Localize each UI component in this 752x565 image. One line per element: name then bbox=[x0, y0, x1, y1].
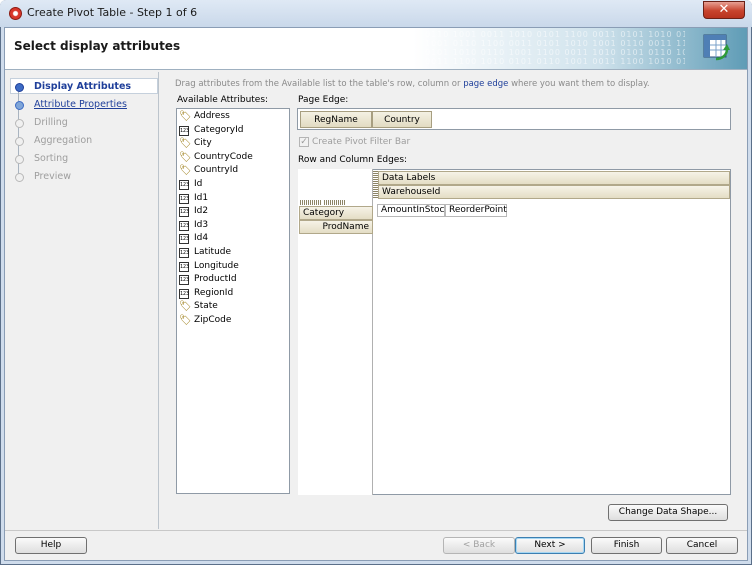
string-icon: 🏷︎ bbox=[179, 165, 192, 177]
change-data-shape-button[interactable]: Change Data Shape... bbox=[608, 504, 728, 521]
step-link-icon bbox=[15, 101, 24, 110]
step-label: Preview bbox=[34, 171, 71, 182]
wizard-header: Select display attributes 0110 1001 0011… bbox=[5, 28, 747, 70]
number-icon: 123 bbox=[179, 248, 190, 258]
string-icon: 🏷︎ bbox=[179, 315, 192, 326]
close-button[interactable]: ✕ bbox=[703, 1, 745, 19]
row-header-item[interactable]: Category bbox=[299, 206, 373, 220]
step-attribute-properties[interactable]: Attribute Properties bbox=[8, 97, 158, 113]
drag-handle-icon[interactable] bbox=[324, 200, 346, 205]
step-label: Display Attributes bbox=[34, 81, 132, 92]
column-edge-area: Data Labels WarehouseId bbox=[373, 170, 730, 204]
string-icon: 🏷︎ bbox=[179, 138, 192, 150]
page-edge-dropzone[interactable]: RegName Country bbox=[297, 108, 731, 130]
step-disabled-icon bbox=[15, 155, 24, 164]
window-title: Create Pivot Table - Step 1 of 6 bbox=[27, 6, 198, 19]
number-icon: 123 bbox=[179, 207, 190, 218]
step-label: Aggregation bbox=[34, 135, 93, 146]
number-icon: 123 bbox=[179, 193, 190, 204]
step-label: Attribute Properties bbox=[34, 99, 127, 110]
step-drilling: Drilling bbox=[8, 115, 158, 131]
number-icon: 123 bbox=[179, 275, 190, 286]
step-disabled-icon bbox=[15, 119, 24, 128]
header-pattern: 0110 1001 0011 1010 0101 1100 0011 0101 … bbox=[425, 30, 685, 66]
finish-button[interactable]: Finish bbox=[591, 537, 662, 554]
column-header-item[interactable]: Data Labels bbox=[378, 171, 730, 185]
step-sorting: Sorting bbox=[8, 151, 158, 167]
number-icon: 123 bbox=[179, 234, 190, 245]
step-label: Sorting bbox=[34, 153, 69, 164]
title-bar[interactable]: Create Pivot Table - Step 1 of 6 ✕ bbox=[0, 0, 752, 27]
drag-handle-icon[interactable] bbox=[300, 200, 322, 205]
number-icon: 123 bbox=[179, 180, 190, 190]
instructions-text: Drag attributes from the Available list … bbox=[175, 79, 650, 89]
row-edge-area: Category ProdName bbox=[299, 199, 373, 235]
app-icon bbox=[9, 7, 22, 20]
step-current-icon bbox=[15, 83, 24, 92]
step-disabled-icon bbox=[15, 137, 24, 146]
column-header-item[interactable]: WarehouseId bbox=[378, 185, 730, 199]
data-column-item[interactable]: ReorderPoint bbox=[445, 204, 507, 217]
string-icon: 🏷︎ bbox=[179, 151, 192, 163]
number-icon: 123 bbox=[179, 125, 190, 136]
step-disabled-icon bbox=[15, 173, 24, 182]
available-attributes-list[interactable]: 🏷︎ Address 123 CategoryId 🏷︎ City 🏷︎ Country… bbox=[176, 108, 290, 494]
step-preview: Preview bbox=[8, 169, 158, 185]
available-attributes-label: Available Attributes: bbox=[177, 95, 269, 105]
page-edge-item[interactable]: Country bbox=[372, 111, 432, 128]
instructions-after: where you want them to display. bbox=[508, 79, 650, 89]
data-column-item[interactable]: AmountInStock bbox=[377, 204, 450, 217]
string-icon: 🏷︎ bbox=[179, 301, 192, 313]
string-icon: 🏷︎ bbox=[179, 111, 192, 122]
pivot-table-icon bbox=[703, 34, 730, 61]
next-button[interactable]: Next > bbox=[515, 537, 585, 554]
cancel-button[interactable]: Cancel bbox=[666, 537, 738, 554]
instructions-before: Drag attributes from the Available list … bbox=[175, 79, 464, 89]
step-aggregation: Aggregation bbox=[8, 133, 158, 149]
row-column-edges-label: Row and Column Edges: bbox=[298, 155, 408, 165]
help-button[interactable]: Help bbox=[15, 537, 87, 554]
step-display-attributes[interactable]: Display Attributes bbox=[8, 79, 158, 95]
page-edge-link[interactable]: page edge bbox=[463, 79, 508, 89]
page-edge-item[interactable]: RegName bbox=[300, 111, 372, 128]
row-header-item[interactable]: ProdName bbox=[299, 220, 373, 234]
page-title: Select display attributes bbox=[14, 39, 181, 53]
button-bar-divider bbox=[5, 530, 747, 531]
pivot-filter-label: Create Pivot Filter Bar bbox=[312, 137, 411, 147]
step-label: Drilling bbox=[34, 117, 68, 128]
back-button[interactable]: < Back bbox=[443, 537, 515, 554]
page-edge-label: Page Edge: bbox=[298, 95, 349, 105]
number-icon: 123 bbox=[179, 220, 190, 231]
pivot-filter-checkbox[interactable]: ✓ bbox=[299, 137, 309, 147]
number-icon: 123 bbox=[179, 261, 190, 272]
number-icon: 123 bbox=[179, 288, 190, 299]
